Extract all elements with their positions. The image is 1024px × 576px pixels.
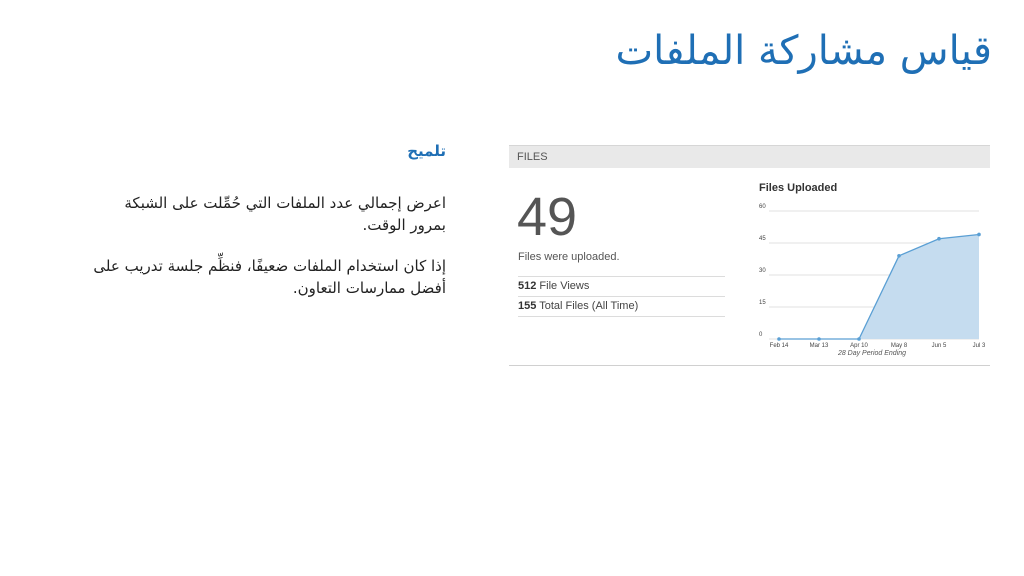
chart-x-tick-label: Feb 14 (770, 343, 789, 349)
stat-value: 512 (518, 280, 537, 292)
widget-header: FILES (509, 145, 990, 168)
chart-data-point (977, 232, 981, 237)
chart-y-tick-label: 0 (759, 332, 763, 338)
tip-heading: تلميح (407, 142, 446, 160)
stat-label: Total Files (All Time) (539, 300, 639, 312)
chart-data-point (817, 337, 821, 341)
files-widget: FILES 49 Files were uploaded. 512 File V… (509, 145, 990, 366)
stat-value: 155 (518, 300, 537, 312)
chart-data-point (857, 337, 861, 341)
stat-row-total-files: 155 Total Files (All Time) (518, 296, 725, 317)
tip-paragraph-2: إذا كان استخدام الملفات ضعيفًا، فنظِّم ج… (93, 257, 446, 297)
files-uploaded-chart: Files Uploaded 0 15 30 45 60 Feb 14 Mar 13 Apr… (759, 182, 985, 357)
tip-paragraph-1: اعرض إجمالي عدد الملفات التي حُمِّلت على… (124, 194, 446, 234)
chart-title: Files Uploaded (759, 182, 837, 194)
tip-block: تلميح اعرض إجمالي عدد الملفات التي حُمِّ… (86, 140, 446, 318)
chart-data-point (897, 254, 901, 258)
chart-y-tick-label: 60 (759, 204, 766, 210)
chart-x-tick-label: May 8 (891, 343, 908, 349)
files-uploaded-caption: Files were uploaded. (518, 251, 620, 263)
chart-y-tick-label: 30 (759, 268, 766, 274)
chart-y-tick-label: 45 (759, 236, 766, 242)
chart-data-point (937, 236, 941, 241)
chart-x-tick-label: Apr 10 (850, 343, 868, 349)
slide-title: قياس مشاركة الملفات (615, 28, 992, 74)
chart-y-tick-label: 15 (759, 300, 766, 306)
stat-row-file-views: 512 File Views (518, 276, 725, 296)
chart-x-axis-label: 28 Day Period Ending (837, 350, 906, 357)
chart-area (779, 234, 979, 339)
chart-x-tick-label: Mar 13 (810, 343, 829, 349)
chart-x-tick-label: Jul 3 (973, 343, 985, 349)
chart-data-point (777, 337, 781, 341)
chart-x-tick-label: Jun 5 (932, 343, 947, 349)
files-uploaded-count: 49 (517, 187, 578, 247)
stat-label: File Views (539, 280, 590, 292)
